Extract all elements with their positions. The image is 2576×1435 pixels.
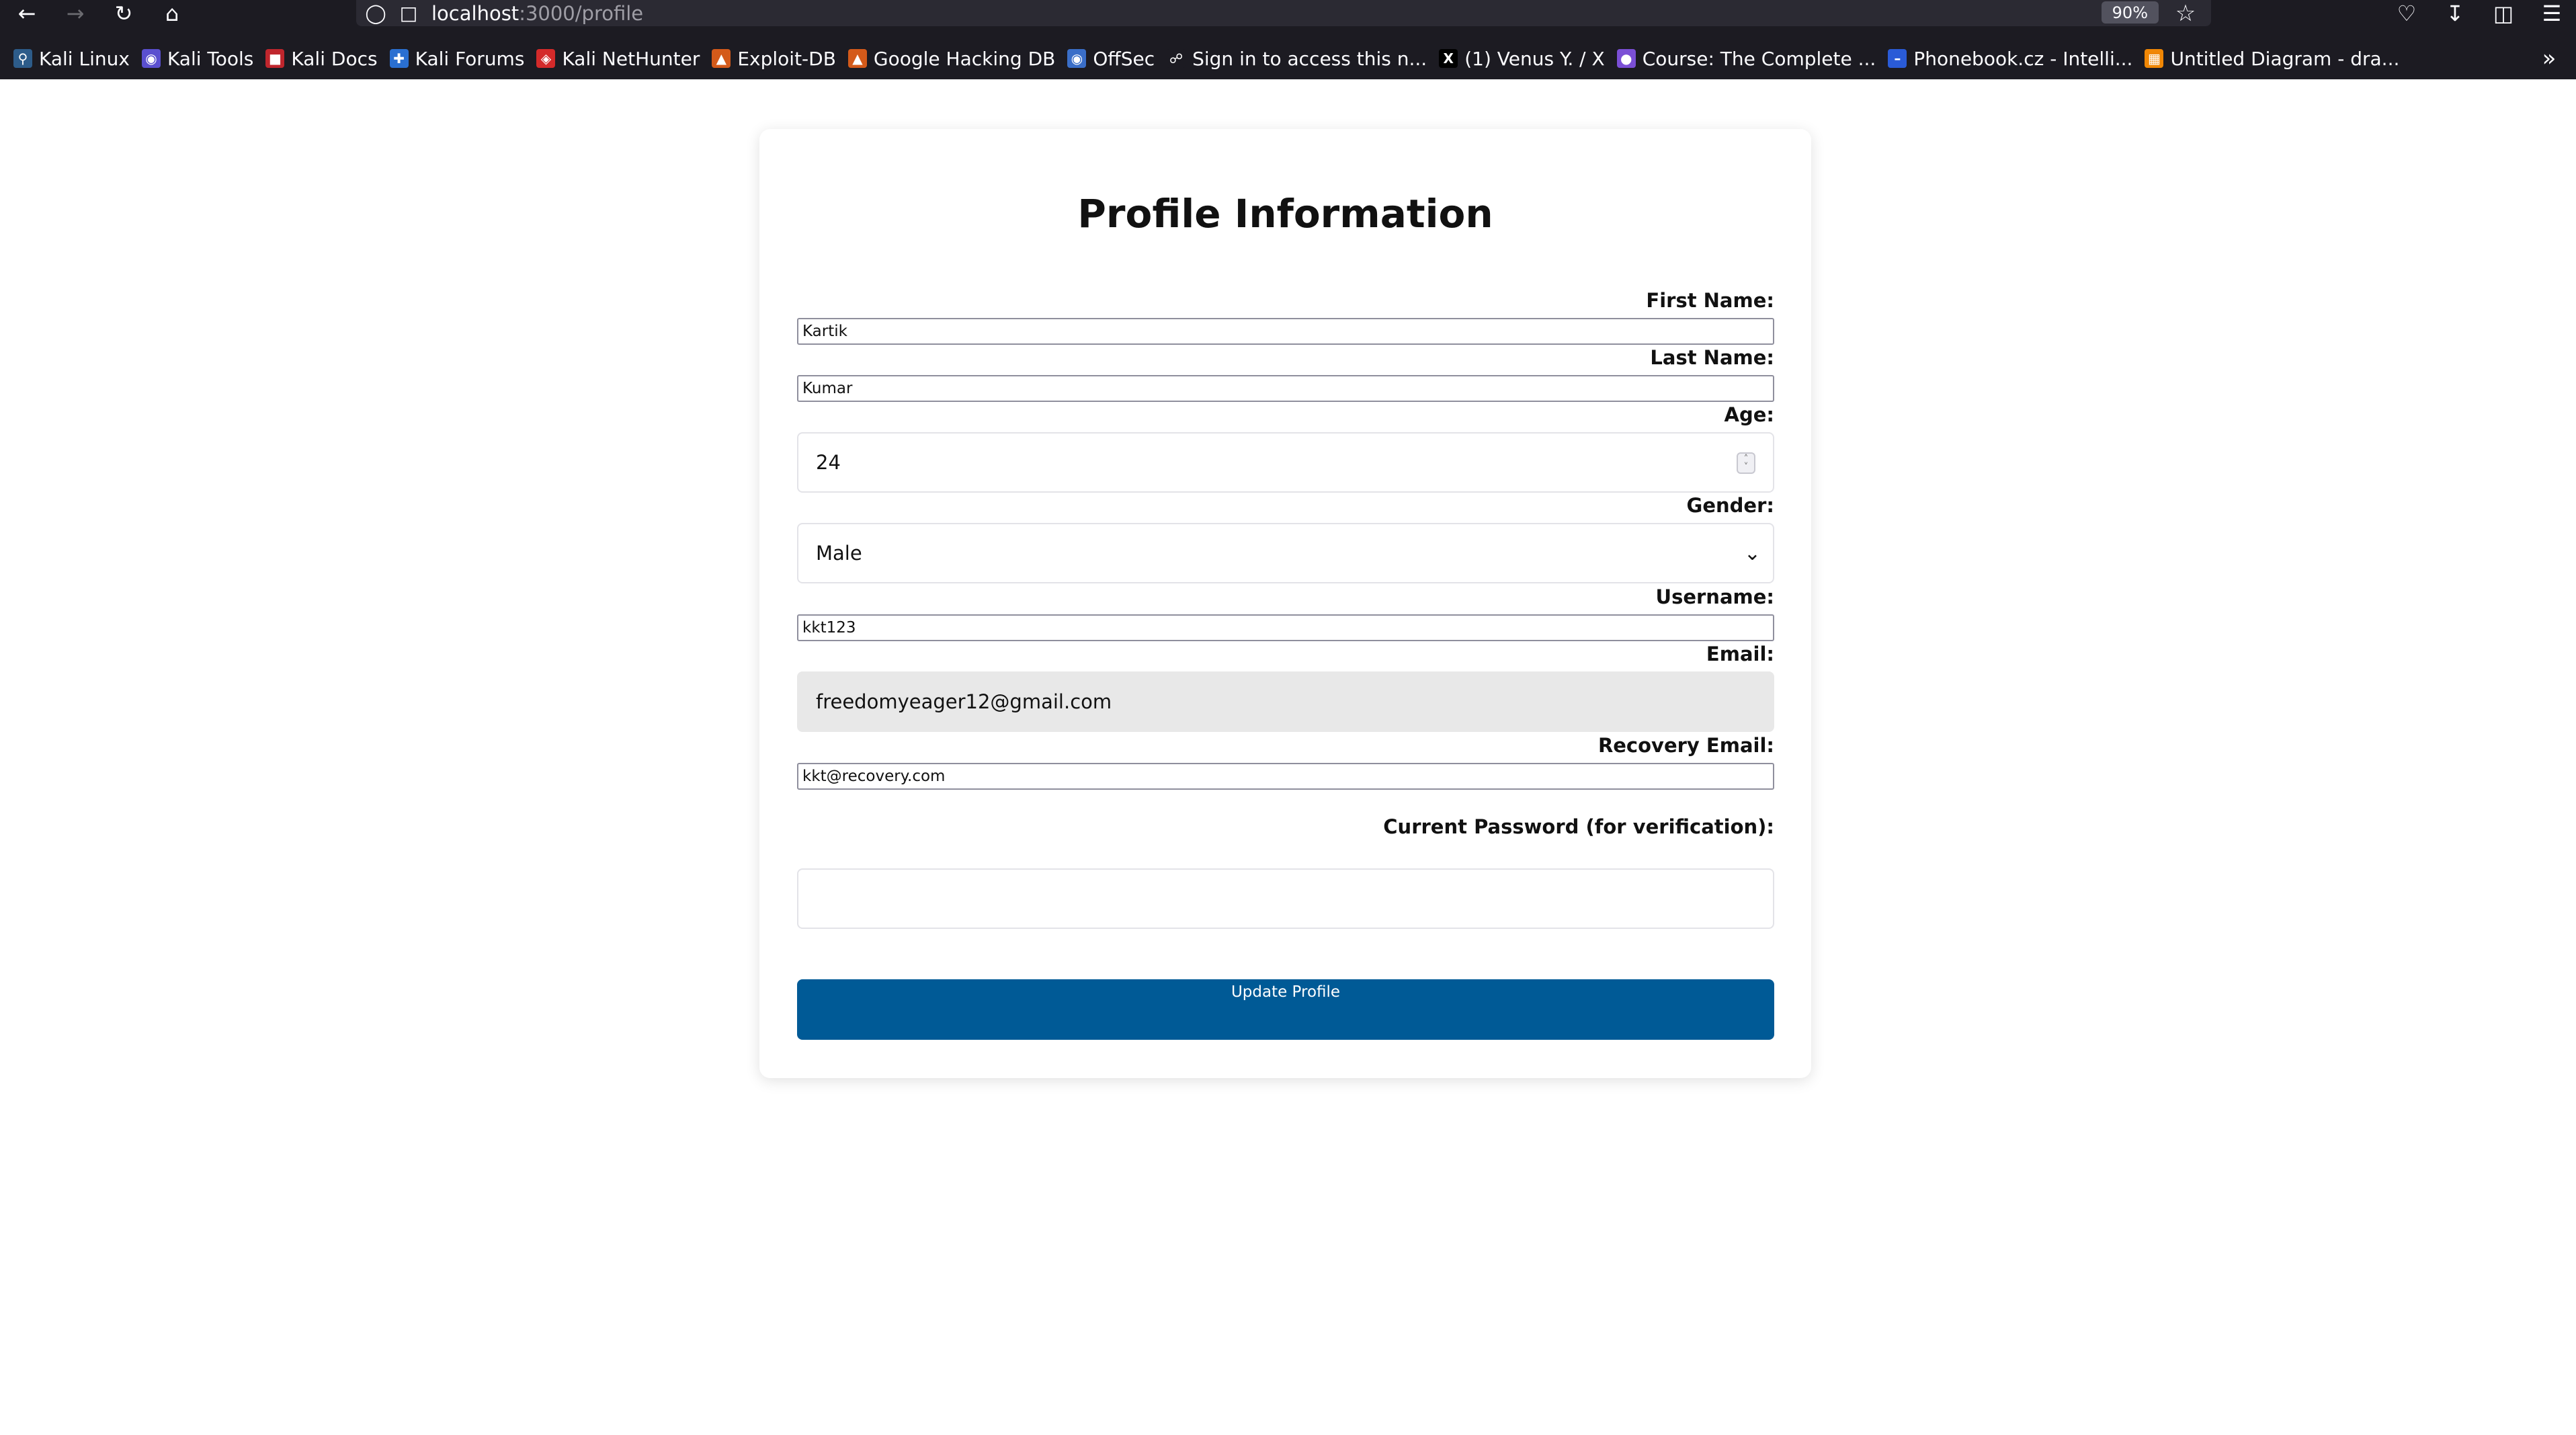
username-field[interactable]: kkt123 [797,614,1774,641]
bookmark-item[interactable]: X (1) Venus Y. / X [1435,42,1613,75]
bookmark-label: Kali Docs [291,47,378,70]
bookmark-item[interactable]: ▦ Untitled Diagram - dra... [2141,42,2407,75]
page-title: Profile Information [1077,191,1493,237]
recovery-email-field[interactable]: kkt@recovery.com [797,763,1774,790]
bookmark-label: Course: The Complete ... [1642,47,1876,70]
profile-card: Profile Information First Name: Kartik L… [759,129,1811,1078]
gender-value: Male [816,542,862,565]
current-password-label: Current Password (for verification): [1383,815,1774,838]
bookmark-label: OffSec [1093,47,1155,70]
kali-dragon-icon: ⚲ [13,49,32,68]
drawio-icon: ▦ [2145,49,2164,68]
extensions-icon[interactable]: ◫ [2479,0,2528,26]
bookmarks-toolbar: ⚲ Kali Linux ◉ Kali Tools ■ Kali Docs ✚ Kali Fo… [0,42,2576,75]
bookmark-star-icon[interactable]: ☆ [2165,0,2206,27]
bookmark-item[interactable]: ⚲ Kali Linux [9,42,138,75]
age-spinner[interactable]: ˄ ˅ [1737,452,1755,474]
nethunter-icon: ◈ [536,49,556,68]
back-arrow-icon[interactable]: ← [7,0,47,26]
url-text[interactable]: localhost:3000/profile [431,2,643,25]
bookmark-label: (1) Venus Y. / X [1464,47,1605,70]
bookmark-item[interactable]: ◈ Kali NetHunter [532,42,708,75]
hamburger-menu-icon[interactable]: ☰ [2528,0,2576,26]
bookmarks-overflow-icon[interactable]: » [2529,42,2569,75]
gender-label: Gender: [1686,494,1774,517]
phonebook-icon: – [1888,49,1907,68]
kali-tools-icon: ◉ [141,49,161,68]
first-name-label: First Name: [1646,289,1774,312]
offsec-icon: ◉ [1067,49,1087,68]
first-name-field[interactable]: Kartik [797,318,1774,345]
bookmark-item[interactable]: ✚ Kali Forums [386,42,533,75]
last-name-field[interactable]: Kumar [797,375,1774,402]
x-logo-icon: X [1439,49,1458,68]
exploit-db-icon: ▲ [712,49,731,68]
bookmark-item[interactable]: ◉ Kali Tools [138,42,261,75]
globe-icon: ☍ [1167,49,1186,68]
bookmark-item[interactable]: ▲ Exploit-DB [708,42,844,75]
bookmark-label: Kali Linux [39,47,130,70]
course-icon: ● [1616,49,1636,68]
age-value: 24 [816,451,841,474]
url-path: :3000/profile [519,1,644,25]
bookmark-item[interactable]: – Phonebook.cz - Intelli... [1884,42,2141,75]
kali-docs-icon: ■ [265,49,285,68]
page-icon: □ [399,2,418,24]
address-bar[interactable]: ◯ □ localhost:3000/profile 90% ☆ [356,0,2211,27]
gender-select[interactable]: Male ⌄ [797,523,1774,583]
reload-icon[interactable]: ↻ [103,0,144,26]
bookmark-label: Kali NetHunter [562,47,700,70]
bookmark-label: Phonebook.cz - Intelli... [1913,47,2133,70]
bookmark-label: Google Hacking DB [873,47,1056,70]
email-field[interactable]: freedomyeager12@gmail.com [797,671,1774,732]
zoom-level-badge[interactable]: 90% [2101,1,2159,24]
shield-icon[interactable]: ◯ [356,0,395,26]
update-profile-button[interactable]: Update Profile [797,979,1774,1040]
download-icon[interactable]: ↧ [2431,0,2479,26]
bookmark-label: Kali Forums [415,47,525,70]
bookmark-item[interactable]: ▲ Google Hacking DB [844,42,1063,75]
bookmark-label: Sign in to access this n... [1192,47,1427,70]
chevron-down-icon: ⌄ [1743,542,1761,565]
bookmark-item[interactable]: ● Course: The Complete ... [1613,42,1884,75]
pocket-icon[interactable]: ♡ [2382,0,2431,26]
username-label: Username: [1655,585,1774,608]
bookmark-label: Untitled Diagram - dra... [2170,47,2400,70]
url-host: localhost [431,1,520,25]
bookmark-label: Kali Tools [167,47,254,70]
last-name-label: Last Name: [1650,346,1774,369]
bookmark-item[interactable]: ■ Kali Docs [261,42,385,75]
bookmark-item[interactable]: ◉ OffSec [1063,42,1163,75]
spin-down-icon[interactable]: ˅ [1738,462,1754,472]
bookmark-item[interactable]: ☍ Sign in to access this n... [1163,42,1435,75]
email-label: Email: [1706,643,1774,665]
ghdb-icon: ▲ [847,49,867,68]
kali-forums-icon: ✚ [389,49,409,68]
browser-toolbar: ← → ↻ ⌂ ◯ □ localhost:3000/profile 90% ☆… [0,0,2576,27]
age-label: Age: [1724,403,1774,426]
age-field[interactable]: 24 ˄ ˅ [797,432,1774,493]
home-icon[interactable]: ⌂ [152,0,192,26]
browser-chrome: ← → ↻ ⌂ ◯ □ localhost:3000/profile 90% ☆… [0,0,2576,79]
bookmark-label: Exploit-DB [737,47,836,70]
forward-arrow-icon[interactable]: → [55,0,95,26]
current-password-field[interactable] [797,868,1774,929]
recovery-email-label: Recovery Email: [1597,734,1774,757]
